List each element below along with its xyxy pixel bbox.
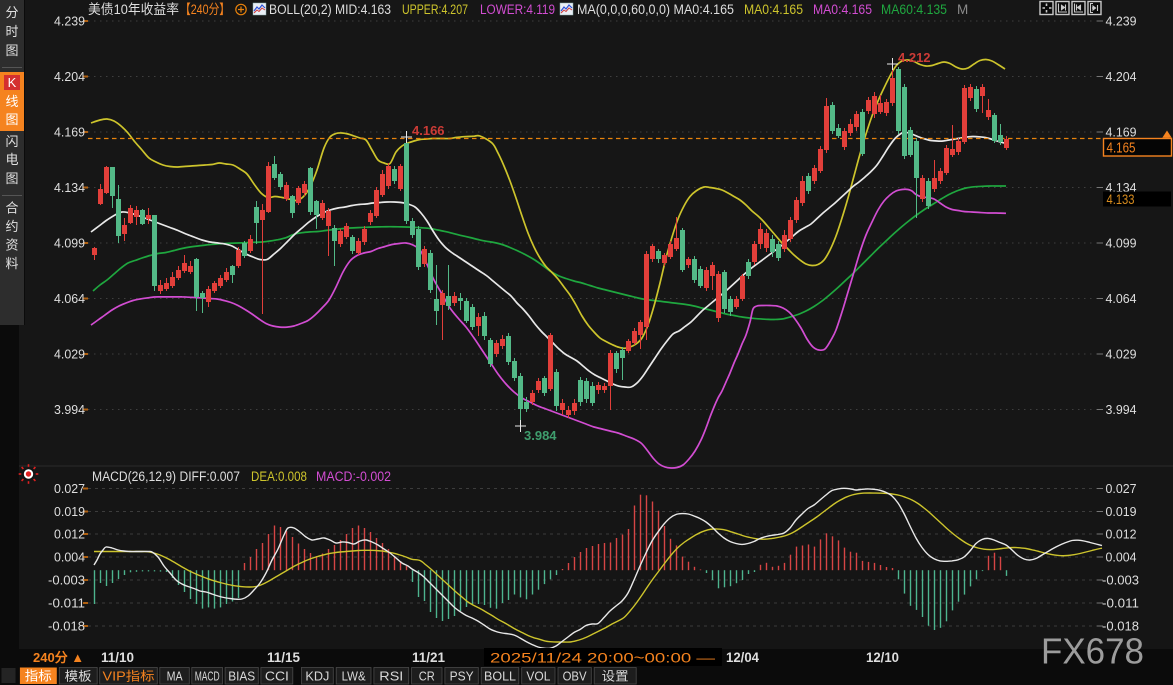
svg-text:K: K — [8, 75, 17, 90]
svg-text:VIP指标: VIP指标 — [103, 669, 155, 684]
svg-text:MA0:4.165: MA0:4.165 — [813, 2, 872, 17]
svg-text:OBV: OBV — [563, 670, 588, 684]
svg-text:KDJ: KDJ — [305, 670, 329, 684]
svg-text:资: 资 — [5, 238, 18, 253]
svg-text:设置: 设置 — [602, 669, 629, 684]
svg-text:0.004: 0.004 — [1106, 550, 1137, 565]
svg-text:UPPER:4.207: UPPER:4.207 — [402, 2, 468, 17]
svg-text:-0.018: -0.018 — [48, 618, 85, 633]
svg-text:图: 图 — [5, 43, 18, 58]
svg-text:12/10: 12/10 — [866, 650, 899, 665]
svg-text:0.027: 0.027 — [54, 481, 85, 496]
svg-text:4.064: 4.064 — [1106, 291, 1137, 306]
svg-text:MA: MA — [167, 670, 184, 684]
svg-text:3.994: 3.994 — [1106, 402, 1137, 417]
svg-text:CR: CR — [419, 670, 435, 684]
svg-text:MA0:4.165: MA0:4.165 — [744, 2, 803, 17]
svg-text:0.012: 0.012 — [54, 527, 85, 542]
svg-text:MACD(26,12,9) DIFF:0.007: MACD(26,12,9) DIFF:0.007 — [92, 469, 240, 484]
svg-text:DEA:0.008: DEA:0.008 — [251, 469, 307, 484]
svg-text:闪: 闪 — [5, 134, 18, 149]
svg-text:4.204: 4.204 — [1106, 69, 1137, 84]
svg-text:0.004: 0.004 — [54, 550, 85, 565]
svg-text:CCI: CCI — [265, 670, 289, 684]
svg-text:模板: 模板 — [65, 670, 93, 684]
svg-text:11/15: 11/15 — [267, 650, 300, 665]
svg-text:料: 料 — [5, 256, 18, 271]
svg-text:LOWER:4.119: LOWER:4.119 — [480, 2, 555, 17]
svg-text:0.019: 0.019 — [1106, 504, 1137, 519]
svg-text:-0.011: -0.011 — [1102, 595, 1139, 610]
svg-text:电: 电 — [5, 152, 18, 167]
svg-text:0.027: 0.027 — [1106, 481, 1137, 496]
svg-text:分: 分 — [5, 5, 18, 20]
svg-text:11/10: 11/10 — [101, 650, 134, 665]
svg-text:PSY: PSY — [450, 670, 475, 684]
svg-text:4.133: 4.133 — [1107, 191, 1135, 207]
svg-text:3.994: 3.994 — [54, 402, 85, 417]
svg-text:RSI: RSI — [379, 670, 403, 684]
svg-text:合: 合 — [5, 201, 18, 216]
svg-text:美债10年收益率: 美债10年收益率 — [88, 1, 179, 17]
svg-text:BOLL(20,2) MID:4.163: BOLL(20,2) MID:4.163 — [269, 2, 391, 17]
svg-text:-0.003: -0.003 — [48, 573, 85, 588]
svg-text:BIAS: BIAS — [228, 670, 255, 684]
svg-text:4.099: 4.099 — [54, 235, 85, 250]
svg-text:4.212: 4.212 — [898, 50, 931, 65]
svg-text:-0.011: -0.011 — [48, 595, 85, 610]
svg-text:240分 ▲: 240分 ▲ — [33, 650, 84, 665]
svg-text:4.029: 4.029 — [54, 346, 85, 361]
svg-text:0.012: 0.012 — [1106, 527, 1137, 542]
svg-text:4.165: 4.165 — [1107, 141, 1136, 157]
svg-text:4.239: 4.239 — [54, 14, 85, 29]
svg-text:4.204: 4.204 — [54, 69, 85, 84]
svg-text:线: 线 — [5, 94, 18, 109]
svg-text:图: 图 — [5, 171, 18, 186]
svg-text:VOL: VOL — [526, 670, 550, 684]
svg-text:【240分】: 【240分】 — [180, 2, 230, 17]
svg-text:约: 约 — [5, 219, 18, 234]
svg-text:-0.003: -0.003 — [1102, 573, 1139, 588]
svg-text:4.166: 4.166 — [412, 123, 445, 138]
svg-text:12/04: 12/04 — [726, 650, 759, 665]
svg-text:MACD: MACD — [195, 670, 220, 684]
svg-text:MA(0,0,0,60,0,0) MA0:4.165: MA(0,0,0,60,0,0) MA0:4.165 — [577, 2, 734, 17]
svg-text:0.019: 0.019 — [54, 504, 85, 519]
svg-text:FX678: FX678 — [1041, 631, 1144, 672]
svg-text:时: 时 — [5, 24, 18, 39]
svg-text:3.984: 3.984 — [524, 428, 557, 443]
svg-text:M: M — [957, 2, 968, 17]
svg-text:MA60:4.135: MA60:4.135 — [881, 2, 947, 17]
svg-text:2025/11/24 20:00~00:00 —: 2025/11/24 20:00~00:00 — — [490, 651, 716, 666]
svg-text:4.099: 4.099 — [1106, 235, 1137, 250]
svg-text:4.169: 4.169 — [1106, 124, 1137, 139]
svg-text:4.064: 4.064 — [54, 291, 85, 306]
svg-text:图: 图 — [5, 112, 18, 127]
svg-text:BOLL: BOLL — [484, 670, 516, 684]
svg-text:指标: 指标 — [25, 669, 52, 684]
svg-text:MACD:-0.002: MACD:-0.002 — [316, 469, 391, 484]
svg-text:11/21: 11/21 — [412, 650, 445, 665]
svg-text:LW&: LW& — [342, 670, 367, 684]
svg-text:4.029: 4.029 — [1106, 346, 1137, 361]
svg-text:4.169: 4.169 — [54, 124, 85, 139]
svg-text:4.134: 4.134 — [54, 180, 85, 195]
svg-text:4.239: 4.239 — [1106, 14, 1137, 29]
